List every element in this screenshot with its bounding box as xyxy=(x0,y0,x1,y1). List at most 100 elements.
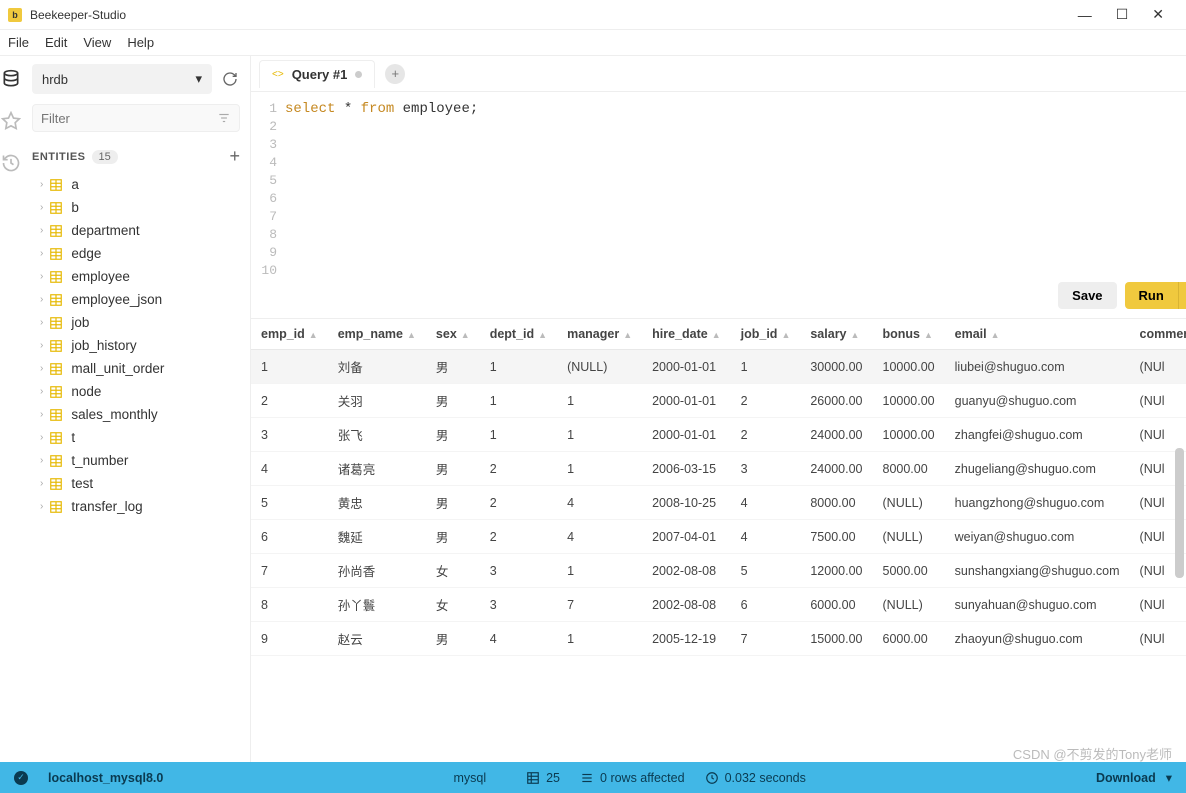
table-cell[interactable]: 1 xyxy=(731,350,801,384)
table-cell[interactable]: 2 xyxy=(731,384,801,418)
table-cell[interactable]: 7 xyxy=(251,554,328,588)
entity-item[interactable]: ›employee xyxy=(22,265,250,288)
table-cell[interactable]: 6000.00 xyxy=(800,588,872,622)
table-cell[interactable]: 男 xyxy=(426,452,480,486)
menu-help[interactable]: Help xyxy=(127,35,154,50)
entity-item[interactable]: ›t_number xyxy=(22,449,250,472)
table-cell[interactable]: 2000-01-01 xyxy=(642,418,731,452)
table-cell[interactable]: 黄忠 xyxy=(328,486,426,520)
table-cell[interactable]: (NUl xyxy=(1130,384,1186,418)
entity-item[interactable]: ›job xyxy=(22,311,250,334)
table-cell[interactable]: 10000.00 xyxy=(873,418,945,452)
table-row[interactable]: 2关羽男112000-01-01226000.0010000.00guanyu@… xyxy=(251,384,1186,418)
table-cell[interactable]: (NUl xyxy=(1130,350,1186,384)
table-cell[interactable]: 2008-10-25 xyxy=(642,486,731,520)
table-cell[interactable]: 7 xyxy=(731,622,801,656)
table-cell[interactable]: 12000.00 xyxy=(800,554,872,588)
table-cell[interactable]: 5000.00 xyxy=(873,554,945,588)
column-header[interactable]: email▲ xyxy=(945,319,1130,350)
table-cell[interactable]: 男 xyxy=(426,350,480,384)
entity-item[interactable]: ›sales_monthly xyxy=(22,403,250,426)
table-cell[interactable]: 1 xyxy=(557,384,642,418)
menu-edit[interactable]: Edit xyxy=(45,35,67,50)
table-cell[interactable]: 1 xyxy=(557,554,642,588)
entity-item[interactable]: ›employee_json xyxy=(22,288,250,311)
table-cell[interactable]: 4 xyxy=(557,520,642,554)
table-cell[interactable]: 3 xyxy=(480,588,557,622)
table-cell[interactable]: 5 xyxy=(731,554,801,588)
table-cell[interactable]: (NUl xyxy=(1130,588,1186,622)
entity-item[interactable]: ›transfer_log xyxy=(22,495,250,518)
table-cell[interactable]: sunyahuan@shuguo.com xyxy=(945,588,1130,622)
minimize-button[interactable]: — xyxy=(1078,7,1092,23)
table-cell[interactable]: 男 xyxy=(426,622,480,656)
table-cell[interactable]: zhangfei@shuguo.com xyxy=(945,418,1130,452)
filter-input[interactable] xyxy=(41,111,217,126)
table-cell[interactable]: guanyu@shuguo.com xyxy=(945,384,1130,418)
table-cell[interactable]: 3 xyxy=(480,554,557,588)
history-icon[interactable] xyxy=(0,152,22,174)
entity-item[interactable]: ›mall_unit_order xyxy=(22,357,250,380)
column-header[interactable]: hire_date▲ xyxy=(642,319,731,350)
table-cell[interactable]: (NULL) xyxy=(873,486,945,520)
results-panel[interactable]: emp_id▲emp_name▲sex▲dept_id▲manager▲hire… xyxy=(251,318,1186,762)
table-cell[interactable]: 2000-01-01 xyxy=(642,384,731,418)
table-cell[interactable]: 26000.00 xyxy=(800,384,872,418)
table-cell[interactable]: 关羽 xyxy=(328,384,426,418)
table-cell[interactable]: 2 xyxy=(480,486,557,520)
table-cell[interactable]: 1 xyxy=(480,418,557,452)
filter-box[interactable] xyxy=(32,104,240,132)
table-cell[interactable]: 4 xyxy=(480,622,557,656)
table-cell[interactable]: 2007-04-01 xyxy=(642,520,731,554)
table-cell[interactable]: sunshangxiang@shuguo.com xyxy=(945,554,1130,588)
menu-file[interactable]: File xyxy=(8,35,29,50)
table-cell[interactable]: 6 xyxy=(731,588,801,622)
table-cell[interactable]: 男 xyxy=(426,486,480,520)
entity-item[interactable]: ›a xyxy=(22,173,250,196)
download-button[interactable]: Download xyxy=(1096,771,1156,785)
star-icon[interactable] xyxy=(0,110,22,132)
table-cell[interactable]: 8 xyxy=(251,588,328,622)
table-cell[interactable]: 2002-08-08 xyxy=(642,588,731,622)
table-cell[interactable]: 1 xyxy=(557,622,642,656)
table-cell[interactable]: 女 xyxy=(426,554,480,588)
table-cell[interactable]: (NULL) xyxy=(873,520,945,554)
column-header[interactable]: emp_id▲ xyxy=(251,319,328,350)
table-row[interactable]: 3张飞男112000-01-01224000.0010000.00zhangfe… xyxy=(251,418,1186,452)
maximize-button[interactable]: ☐ xyxy=(1116,6,1129,23)
table-cell[interactable]: 10000.00 xyxy=(873,350,945,384)
table-cell[interactable]: 2 xyxy=(251,384,328,418)
scrollbar-thumb[interactable] xyxy=(1175,448,1184,578)
database-selector[interactable]: hrdb ▾ xyxy=(32,64,212,94)
table-cell[interactable]: 孙尚香 xyxy=(328,554,426,588)
entity-item[interactable]: ›department xyxy=(22,219,250,242)
table-cell[interactable]: 4 xyxy=(731,486,801,520)
run-dropdown-button[interactable]: ▾ xyxy=(1178,282,1186,309)
table-cell[interactable]: (NUl xyxy=(1130,622,1186,656)
run-button[interactable]: Run xyxy=(1125,282,1178,309)
table-cell[interactable]: 1 xyxy=(480,384,557,418)
column-header[interactable]: job_id▲ xyxy=(731,319,801,350)
table-cell[interactable]: 2002-08-08 xyxy=(642,554,731,588)
add-entity-button[interactable]: + xyxy=(229,146,240,167)
table-cell[interactable]: 2006-03-15 xyxy=(642,452,731,486)
refresh-button[interactable] xyxy=(220,69,240,89)
column-header[interactable]: sex▲ xyxy=(426,319,480,350)
table-cell[interactable]: liubei@shuguo.com xyxy=(945,350,1130,384)
table-cell[interactable]: 1 xyxy=(557,452,642,486)
table-cell[interactable]: 7 xyxy=(557,588,642,622)
column-header[interactable]: bonus▲ xyxy=(873,319,945,350)
table-row[interactable]: 6魏延男242007-04-0147500.00(NULL)weiyan@shu… xyxy=(251,520,1186,554)
column-header[interactable]: emp_name▲ xyxy=(328,319,426,350)
table-cell[interactable]: 女 xyxy=(426,588,480,622)
table-cell[interactable]: 9 xyxy=(251,622,328,656)
table-cell[interactable]: 4 xyxy=(731,520,801,554)
table-cell[interactable]: 24000.00 xyxy=(800,452,872,486)
table-row[interactable]: 7孙尚香女312002-08-08512000.005000.00sunshan… xyxy=(251,554,1186,588)
table-cell[interactable]: 8000.00 xyxy=(800,486,872,520)
table-cell[interactable]: 6 xyxy=(251,520,328,554)
database-icon[interactable] xyxy=(0,68,22,90)
table-cell[interactable]: 30000.00 xyxy=(800,350,872,384)
entity-item[interactable]: ›test xyxy=(22,472,250,495)
chevron-down-icon[interactable]: ▾ xyxy=(1166,770,1172,785)
